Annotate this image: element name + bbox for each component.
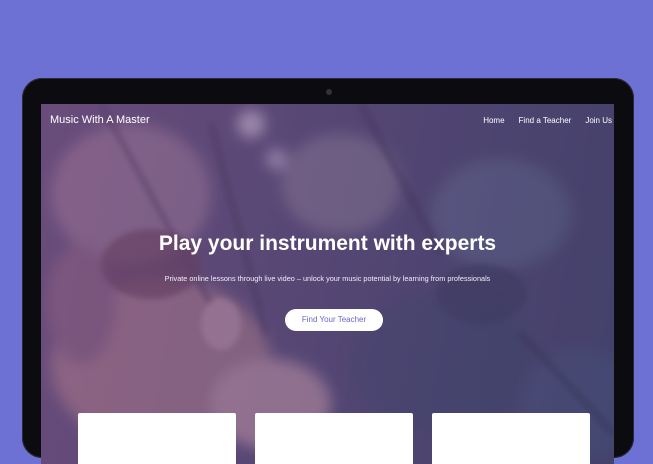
feature-card-2[interactable] [255,413,413,464]
brand-logo[interactable]: Music With A Master [50,114,150,126]
website-screen: Music With A Master Home Find a Teacher … [41,104,614,464]
find-your-teacher-button[interactable]: Find Your Teacher [285,309,383,331]
laptop-frame: Music With A Master Home Find a Teacher … [22,78,634,464]
feature-card-3[interactable] [432,413,590,464]
webcam-icon [326,89,332,95]
nav-links: Home Find a Teacher Join Us [483,116,612,125]
hero-title: Play your instrument with experts [158,232,497,255]
hero-subtitle: Private online lessons through live vide… [164,274,491,283]
hero-overlay [41,104,614,464]
nav-join-us-link[interactable]: Join Us [585,116,612,125]
top-navigation: Music With A Master Home Find a Teacher … [41,104,614,138]
nav-find-teacher-link[interactable]: Find a Teacher [519,116,572,125]
feature-card-1[interactable] [78,413,236,464]
nav-home-link[interactable]: Home [483,116,504,125]
